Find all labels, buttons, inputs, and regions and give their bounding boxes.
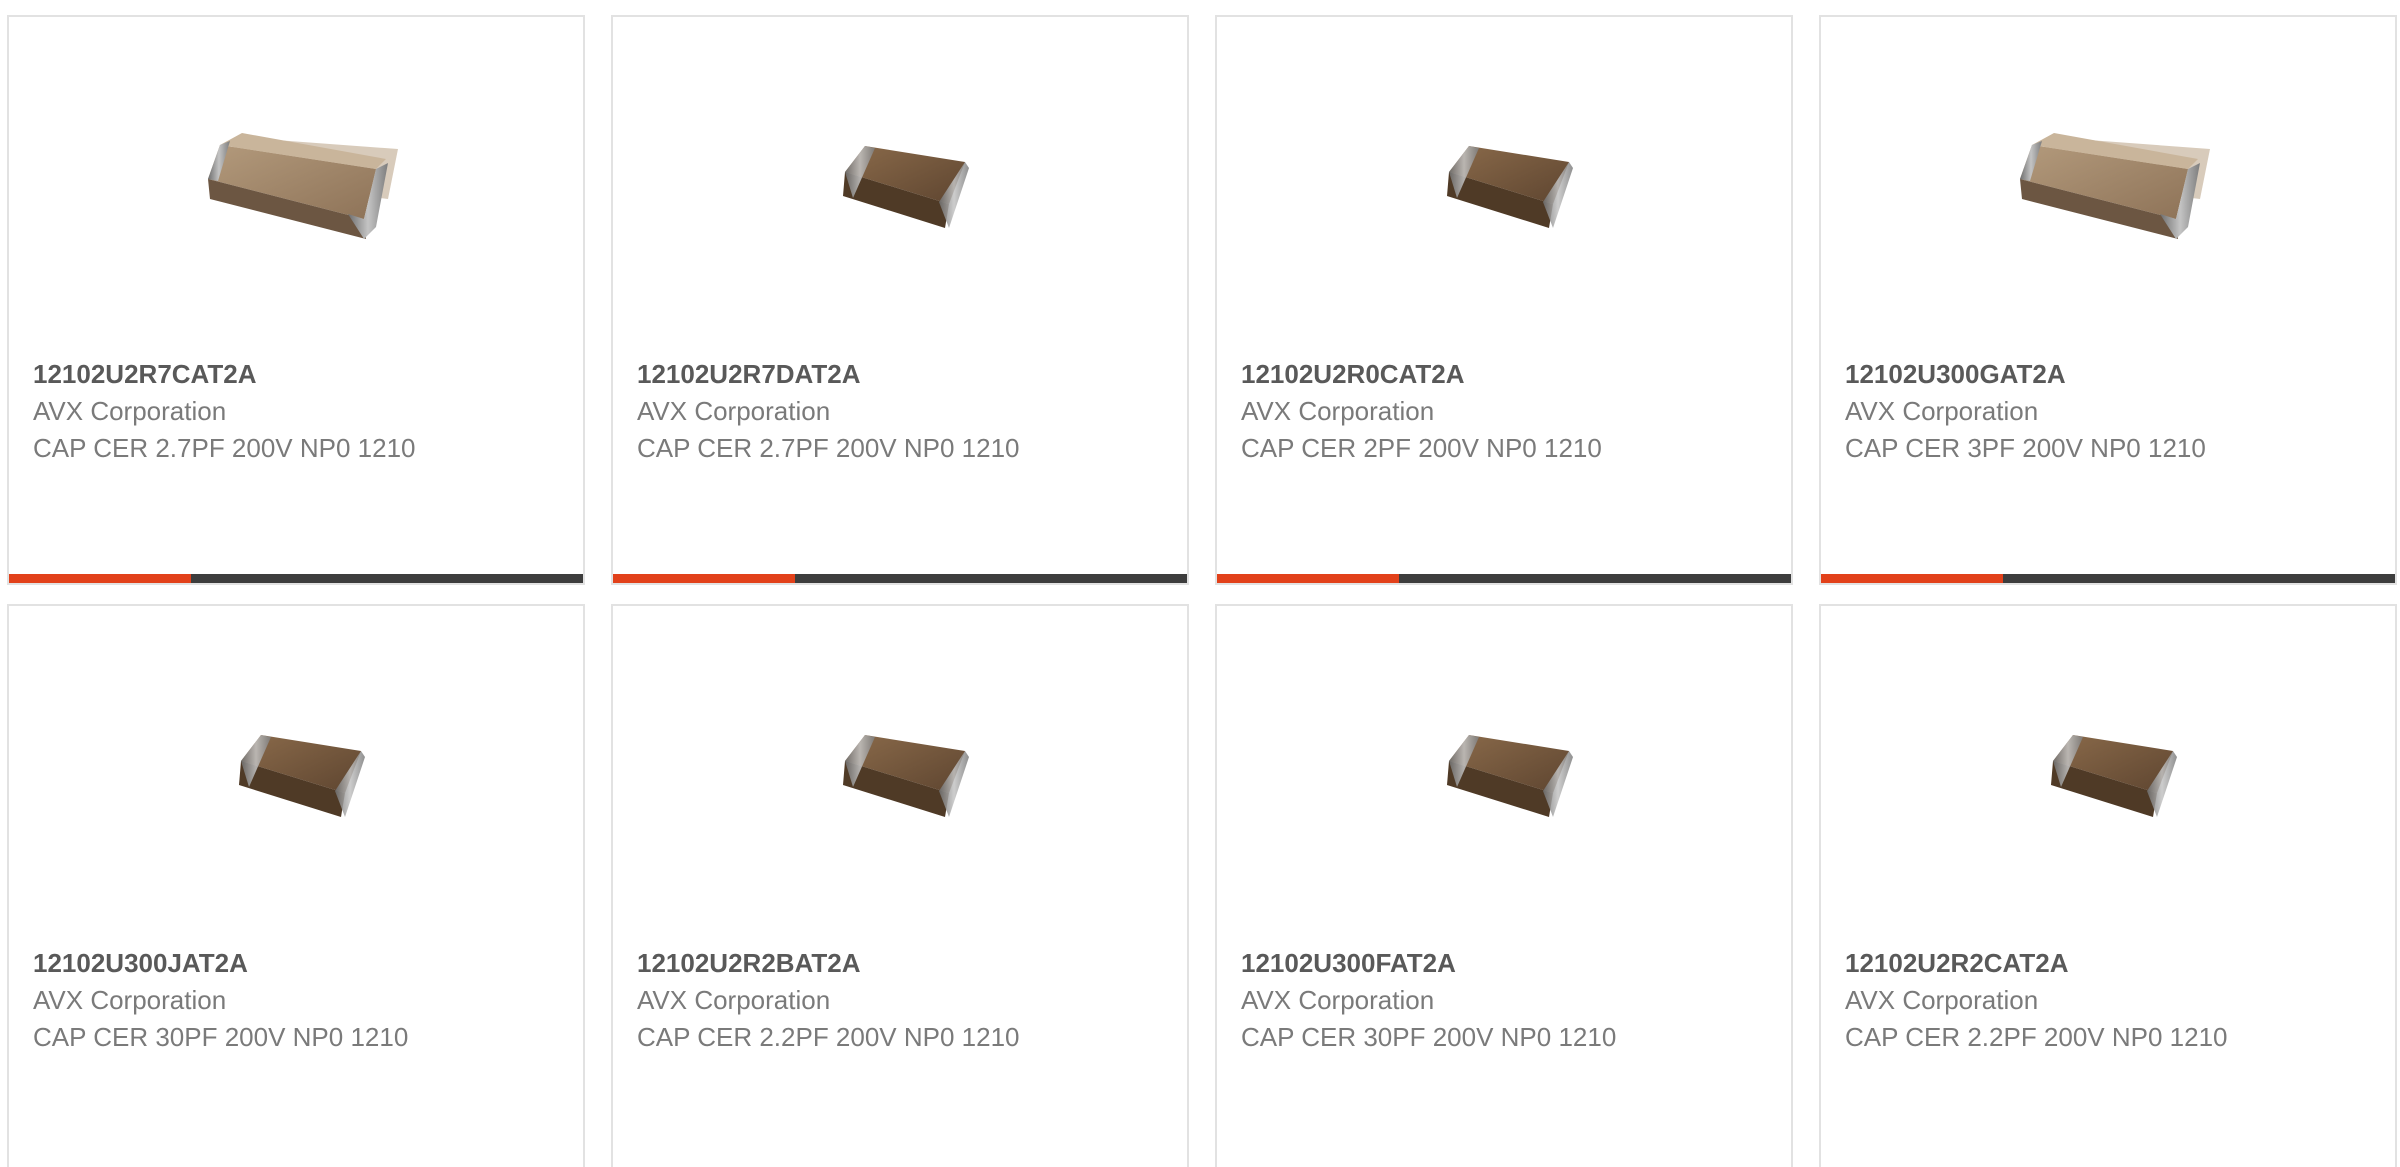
product-description: CAP CER 3PF 200V NP0 1210 xyxy=(1845,433,2206,463)
small-chip-capacitor-icon xyxy=(2051,735,2177,817)
product-card[interactable]: 12102U300FAT2A AVX Corporation CAP CER 3… xyxy=(1215,604,1793,1167)
large-chip-capacitor-icon xyxy=(208,133,398,239)
card-footer-bar xyxy=(1821,574,2395,583)
card-footer-bar xyxy=(9,574,583,583)
part-number[interactable]: 12102U2R2CAT2A xyxy=(1845,945,2383,982)
manufacturer-name: AVX Corporation xyxy=(1241,396,1435,426)
card-footer-accent xyxy=(1217,574,1399,583)
part-number[interactable]: 12102U2R7DAT2A xyxy=(637,356,1175,393)
product-info: 12102U300JAT2A AVX Corporation CAP CER 3… xyxy=(33,945,571,1056)
part-number[interactable]: 12102U300FAT2A xyxy=(1241,945,1779,982)
product-image[interactable] xyxy=(196,87,400,291)
manufacturer-name: AVX Corporation xyxy=(33,985,227,1015)
manufacturer-name: AVX Corporation xyxy=(637,985,831,1015)
product-image[interactable] xyxy=(800,87,1004,291)
product-image[interactable] xyxy=(800,676,1004,880)
product-info: 12102U2R7CAT2A AVX Corporation CAP CER 2… xyxy=(33,356,571,467)
product-card[interactable]: 12102U2R7CAT2A AVX Corporation CAP CER 2… xyxy=(7,15,585,585)
part-number[interactable]: 12102U300GAT2A xyxy=(1845,356,2383,393)
product-description: CAP CER 2.7PF 200V NP0 1210 xyxy=(33,433,416,463)
product-card[interactable]: 12102U2R0CAT2A AVX Corporation CAP CER 2… xyxy=(1215,15,1793,585)
card-footer-accent xyxy=(1821,574,2003,583)
small-chip-capacitor-icon xyxy=(843,735,969,817)
product-card[interactable]: 12102U2R2CAT2A AVX Corporation CAP CER 2… xyxy=(1819,604,2397,1167)
product-info: 12102U2R2CAT2A AVX Corporation CAP CER 2… xyxy=(1845,945,2383,1056)
small-chip-capacitor-icon xyxy=(843,146,969,228)
product-card[interactable]: 12102U300GAT2A AVX Corporation CAP CER 3… xyxy=(1819,15,2397,585)
small-chip-capacitor-icon xyxy=(1447,735,1573,817)
product-card[interactable]: 12102U2R2BAT2A AVX Corporation CAP CER 2… xyxy=(611,604,1189,1167)
small-chip-capacitor-icon xyxy=(239,735,365,817)
part-number[interactable]: 12102U300JAT2A xyxy=(33,945,571,982)
product-description: CAP CER 2.7PF 200V NP0 1210 xyxy=(637,433,1020,463)
product-info: 12102U2R2BAT2A AVX Corporation CAP CER 2… xyxy=(637,945,1175,1056)
product-image[interactable] xyxy=(1404,676,1608,880)
product-description: CAP CER 30PF 200V NP0 1210 xyxy=(1241,1022,1617,1052)
product-info: 12102U2R0CAT2A AVX Corporation CAP CER 2… xyxy=(1241,356,1779,467)
manufacturer-name: AVX Corporation xyxy=(1845,985,2039,1015)
product-image[interactable] xyxy=(196,676,400,880)
product-info: 12102U300GAT2A AVX Corporation CAP CER 3… xyxy=(1845,356,2383,467)
product-description: CAP CER 2PF 200V NP0 1210 xyxy=(1241,433,1602,463)
product-image[interactable] xyxy=(2008,87,2212,291)
large-chip-capacitor-icon xyxy=(2020,133,2210,239)
card-footer-bar xyxy=(1217,574,1791,583)
manufacturer-name: AVX Corporation xyxy=(33,396,227,426)
card-footer-accent xyxy=(9,574,191,583)
part-number[interactable]: 12102U2R0CAT2A xyxy=(1241,356,1779,393)
product-description: CAP CER 2.2PF 200V NP0 1210 xyxy=(1845,1022,2228,1052)
product-card[interactable]: 12102U300JAT2A AVX Corporation CAP CER 3… xyxy=(7,604,585,1167)
product-image[interactable] xyxy=(1404,87,1608,291)
card-footer-bar xyxy=(613,574,1187,583)
part-number[interactable]: 12102U2R2BAT2A xyxy=(637,945,1175,982)
product-info: 12102U2R7DAT2A AVX Corporation CAP CER 2… xyxy=(637,356,1175,467)
product-image[interactable] xyxy=(2008,676,2212,880)
product-description: CAP CER 2.2PF 200V NP0 1210 xyxy=(637,1022,1020,1052)
card-footer-accent xyxy=(613,574,795,583)
product-description: CAP CER 30PF 200V NP0 1210 xyxy=(33,1022,409,1052)
manufacturer-name: AVX Corporation xyxy=(1845,396,2039,426)
product-grid: 12102U2R7CAT2A AVX Corporation CAP CER 2… xyxy=(0,0,2400,1167)
small-chip-capacitor-icon xyxy=(1447,146,1573,228)
manufacturer-name: AVX Corporation xyxy=(637,396,831,426)
manufacturer-name: AVX Corporation xyxy=(1241,985,1435,1015)
product-info: 12102U300FAT2A AVX Corporation CAP CER 3… xyxy=(1241,945,1779,1056)
part-number[interactable]: 12102U2R7CAT2A xyxy=(33,356,571,393)
product-card[interactable]: 12102U2R7DAT2A AVX Corporation CAP CER 2… xyxy=(611,15,1189,585)
